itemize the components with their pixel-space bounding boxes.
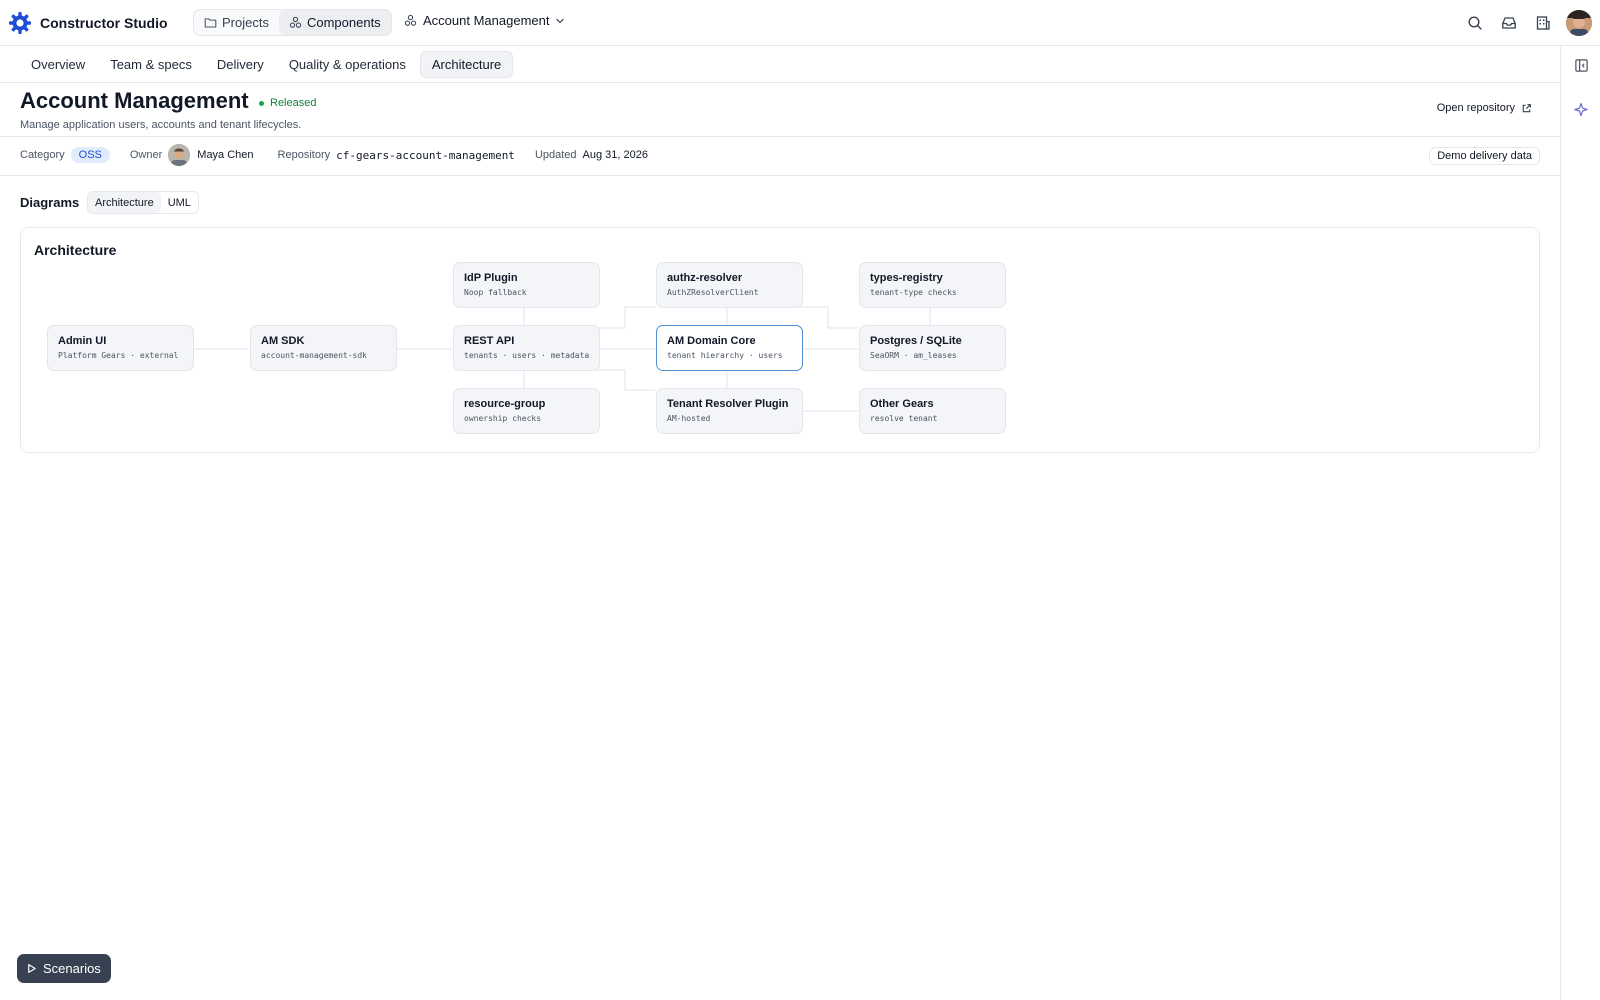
node-rest-api[interactable]: REST API tenants · users · metadata <box>453 325 600 371</box>
node-subtitle: AuthZResolverClient <box>667 288 759 297</box>
diagram-type-switcher: Architecture UML <box>87 191 199 214</box>
node-idp-plugin[interactable]: IdP Plugin Noop fallback <box>453 262 600 308</box>
owner-avatar <box>168 144 191 166</box>
node-subtitle: tenants · users · metadata <box>464 351 590 360</box>
node-subtitle: resolve tenant <box>870 414 938 423</box>
external-link-icon <box>1522 103 1531 112</box>
demo-data-badge: Demo delivery data <box>1429 147 1540 165</box>
node-resource-group[interactable]: resource-group ownership checks <box>453 388 600 434</box>
status-dot <box>259 100 264 106</box>
node-subtitle: tenant-type checks <box>870 288 957 297</box>
architecture-panel: Architecture Admin UI Platform Gears · e… <box>20 227 1540 453</box>
chevron-down-icon <box>556 18 565 23</box>
node-title: resource-group <box>464 398 546 410</box>
gear-logo-icon <box>8 11 32 35</box>
nav-components-label: Components <box>306 15 381 30</box>
header-divider <box>0 136 1560 137</box>
node-authz-resolver[interactable]: authz-resolver AuthZResolverClient <box>656 262 803 308</box>
node-admin-ui[interactable]: Admin UI Platform Gears · external <box>47 325 194 371</box>
diagram-option-uml[interactable]: UML <box>161 192 198 213</box>
top-actions <box>1458 0 1600 46</box>
tab-overview[interactable]: Overview <box>20 52 96 77</box>
meta-row: Category OSS Owner Maya Chen Repository … <box>20 143 648 167</box>
node-types-registry[interactable]: types-registry tenant-type checks <box>859 262 1006 308</box>
nav-components[interactable]: Components <box>278 10 391 35</box>
top-bar: Constructor Studio Projects Components A… <box>0 0 1600 46</box>
page-subtitle: Manage application users, accounts and t… <box>20 119 302 131</box>
diagrams-label: Diagrams <box>20 195 80 210</box>
inbox-icon[interactable] <box>1492 6 1526 40</box>
panel-toggle-icon[interactable] <box>1572 56 1590 74</box>
status-badge: Released <box>259 97 316 109</box>
diagram-option-architecture[interactable]: Architecture <box>88 192 161 213</box>
node-title: REST API <box>464 335 515 347</box>
components-icon <box>404 14 417 26</box>
tab-delivery[interactable]: Delivery <box>206 52 275 77</box>
node-subtitle: SeaORM · am_leases <box>870 351 957 360</box>
updated-value: Aug 31, 2026 <box>582 149 648 161</box>
node-am-domain-core[interactable]: AM Domain Core tenant hierarchy · users <box>656 325 803 371</box>
folder-icon <box>204 18 217 28</box>
node-title: Other Gears <box>870 398 934 410</box>
node-title: Postgres / SQLite <box>870 335 962 347</box>
node-subtitle: account-management-sdk <box>261 351 367 360</box>
sparkle-icon[interactable] <box>1572 101 1590 119</box>
node-subtitle: AM-hosted <box>667 414 711 423</box>
node-tenant-resolver-plugin[interactable]: Tenant Resolver Plugin AM-hosted <box>656 388 803 434</box>
node-title: types-registry <box>870 272 943 284</box>
brand[interactable]: Constructor Studio <box>8 11 168 35</box>
component-tabs: Overview Team & specs Delivery Quality &… <box>0 46 1560 83</box>
open-repository-label: Open repository <box>1436 102 1515 114</box>
node-am-sdk[interactable]: AM SDK account-management-sdk <box>250 325 397 371</box>
owner-label: Owner <box>129 149 163 161</box>
node-title: Tenant Resolver Plugin <box>667 398 789 410</box>
status-label: Released <box>270 97 317 109</box>
building-icon[interactable] <box>1526 6 1560 40</box>
meta-divider <box>0 175 1560 176</box>
right-rail <box>1560 46 1600 1000</box>
tab-team-specs[interactable]: Team & specs <box>99 52 203 77</box>
tab-architecture[interactable]: Architecture <box>419 50 514 78</box>
repository-label: Repository <box>277 149 331 161</box>
repository-value: cf-gears-account-management <box>336 148 515 162</box>
open-repository-link[interactable]: Open repository <box>1437 102 1532 114</box>
node-other-gears[interactable]: Other Gears resolve tenant <box>859 388 1006 434</box>
category-badge: OSS <box>70 147 110 163</box>
search-icon[interactable] <box>1458 6 1492 40</box>
updated-label: Updated <box>534 149 577 161</box>
component-switcher[interactable]: Account Management <box>404 13 571 28</box>
main-nav: Projects Components <box>193 9 392 36</box>
node-title: AM SDK <box>261 335 305 347</box>
node-subtitle: Noop fallback <box>464 288 527 297</box>
node-title: authz-resolver <box>667 272 743 284</box>
node-subtitle: tenant hierarchy · users <box>667 351 783 360</box>
tab-quality-operations[interactable]: Quality & operations <box>278 52 417 77</box>
app-name: Constructor Studio <box>40 14 168 31</box>
component-switcher-label: Account Management <box>423 13 550 28</box>
node-postgres-sqlite[interactable]: Postgres / SQLite SeaORM · am_leases <box>859 325 1006 371</box>
category-label: Category <box>20 149 65 161</box>
owner-name[interactable]: Maya Chen <box>197 149 253 161</box>
nav-projects-label: Projects <box>222 15 269 30</box>
node-title: AM Domain Core <box>667 335 756 347</box>
page-title: Account Management <box>20 88 249 113</box>
node-subtitle: Platform Gears · external <box>58 351 179 360</box>
node-subtitle: ownership checks <box>464 414 542 423</box>
node-title: IdP Plugin <box>464 272 518 284</box>
user-avatar[interactable] <box>1566 10 1592 36</box>
nav-projects[interactable]: Projects <box>194 10 279 35</box>
components-icon <box>289 16 302 28</box>
play-icon <box>28 964 36 973</box>
scenarios-label: Scenarios <box>43 961 101 976</box>
node-title: Admin UI <box>58 335 107 347</box>
scenarios-button[interactable]: Scenarios <box>17 954 111 983</box>
